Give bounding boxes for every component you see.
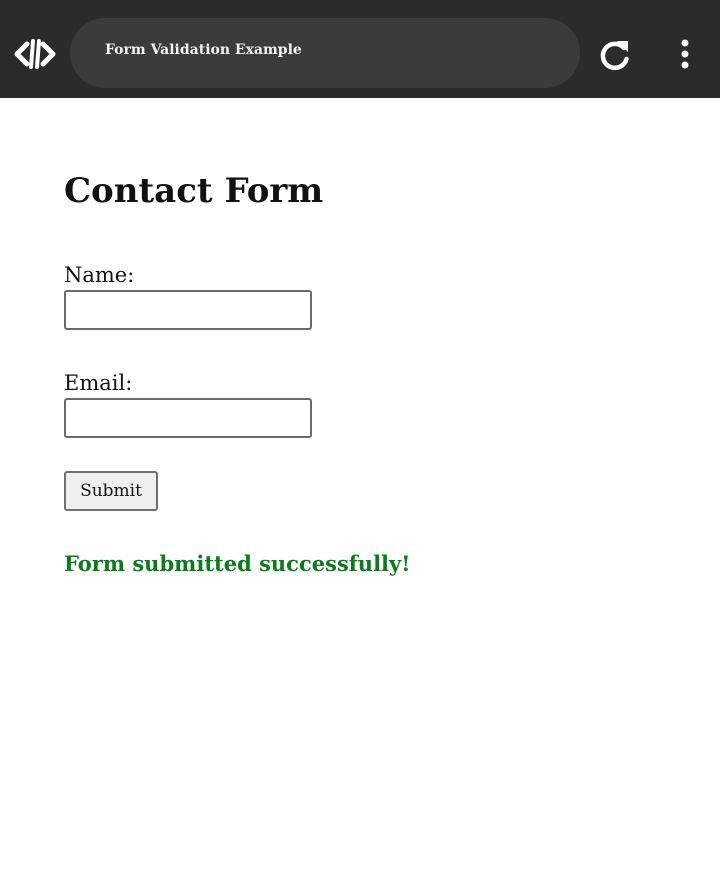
tab-title: Form Validation Example <box>105 42 302 58</box>
success-message: Form submitted successfully! <box>64 551 411 576</box>
email-label: Email: <box>64 371 133 395</box>
name-label: Name: <box>64 263 135 287</box>
browser-toolbar: Form Validation Example <box>0 0 720 98</box>
address-bar[interactable]: Form Validation Example <box>70 18 580 88</box>
page-title: Contact Form <box>64 171 324 211</box>
more-vertical-icon[interactable] <box>676 38 694 72</box>
submit-button[interactable]: Submit <box>64 471 158 511</box>
code-brackets-icon[interactable] <box>14 37 56 71</box>
email-field[interactable] <box>64 398 312 438</box>
name-field[interactable] <box>64 290 312 330</box>
reload-icon[interactable] <box>597 38 633 72</box>
